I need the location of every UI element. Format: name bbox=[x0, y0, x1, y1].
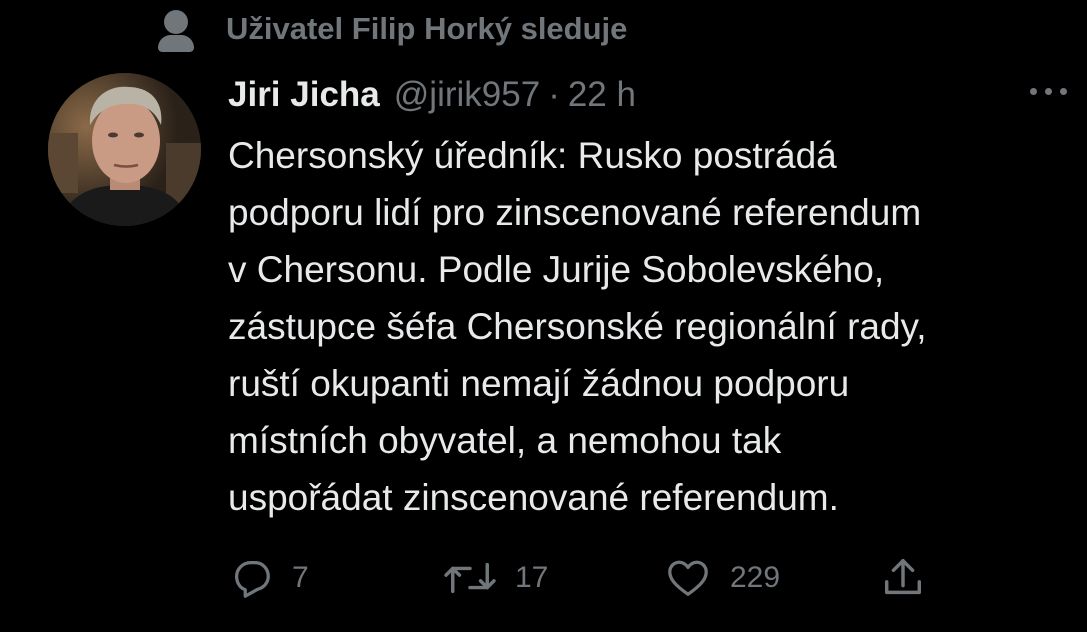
tweet-text-line: podporu lidí pro zinscenované referendum bbox=[228, 192, 922, 233]
author-name[interactable]: Jiri Jicha bbox=[228, 75, 380, 115]
tweet-text: Chersonský úředník: Rusko postrádá podpo… bbox=[228, 127, 1078, 526]
tweet-text-line: uspořádat zinscenované referendum. bbox=[228, 477, 839, 518]
social-context: Uživatel Filip Horký sleduje bbox=[156, 4, 627, 54]
avatar[interactable] bbox=[48, 73, 201, 226]
tweet-text-line: ruští okupanti nemají žádnou podporu bbox=[228, 363, 850, 404]
more-options-icon[interactable] bbox=[1024, 82, 1074, 102]
author-handle[interactable]: @jirik957 bbox=[394, 75, 540, 115]
separator: · bbox=[548, 75, 560, 114]
social-context-text[interactable]: Uživatel Filip Horký sleduje bbox=[226, 11, 627, 47]
heart-icon bbox=[668, 560, 708, 596]
tweet-text-line: místních obyvatel, a nemohou tak bbox=[228, 420, 782, 461]
retweet-icon bbox=[444, 562, 496, 594]
reply-icon bbox=[234, 561, 270, 598]
share-icon bbox=[884, 559, 922, 595]
timestamp[interactable]: 22 h bbox=[568, 75, 636, 115]
tweet[interactable]: Uživatel Filip Horký sleduje Jiri Jicha … bbox=[0, 0, 1087, 632]
person-icon bbox=[156, 4, 196, 54]
tweet-text-line: zástupce šéfa Chersonské regionální rady… bbox=[228, 306, 927, 347]
retweet-button[interactable]: 17 bbox=[443, 550, 548, 606]
tweet-text-line: v Chersonu. Podle Jurije Sobolevského, bbox=[228, 249, 885, 290]
tweet-header: Jiri Jicha @jirik957 · 22 h bbox=[228, 70, 636, 120]
like-button[interactable]: 229 bbox=[664, 550, 780, 606]
reply-count: 7 bbox=[292, 561, 309, 594]
share-button[interactable] bbox=[880, 550, 926, 606]
tweet-text-line: Chersonský úředník: Rusko postrádá bbox=[228, 135, 837, 176]
tweet-actions: 7 17 229 bbox=[0, 550, 1087, 606]
retweet-count: 17 bbox=[515, 561, 549, 594]
reply-button[interactable]: 7 bbox=[228, 550, 309, 606]
like-count: 229 bbox=[730, 561, 781, 594]
